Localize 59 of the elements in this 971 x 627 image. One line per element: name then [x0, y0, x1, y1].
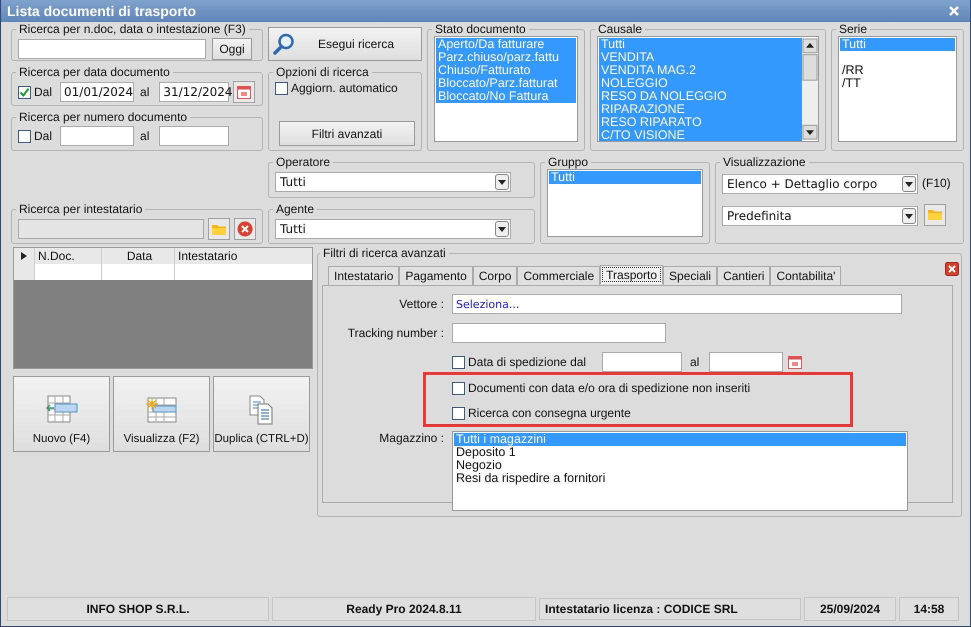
group-title: Operatore — [275, 156, 332, 169]
field-label: Tracking number : — [346, 326, 445, 340]
list-item[interactable]: Deposito 1 — [454, 446, 906, 459]
status-cell: Intestatario licenza : CODICE SRL — [539, 598, 801, 620]
tab[interactable]: Intestatario — [328, 266, 400, 285]
status-cell: INFO SHOP S.R.L. — [7, 597, 269, 621]
group-title: Ricerca per n.doc, data o intestazione (F3) — [18, 23, 247, 36]
status-cell: 14:58 — [899, 597, 959, 621]
group-title: Ricerca per data documento — [18, 66, 171, 79]
checkbox-label: Dal — [34, 85, 52, 99]
carrier-field[interactable]: Seleziona... — [452, 294, 902, 314]
field-label: al — [140, 85, 150, 99]
group-title: Serie — [838, 23, 868, 36]
tab[interactable]: Speciali — [663, 266, 718, 285]
status-cell: 25/09/2024 — [804, 597, 896, 621]
layout-dropdown[interactable]: Predefinita — [722, 206, 918, 226]
group-title: Agente — [275, 203, 316, 216]
field-label: al — [140, 129, 150, 143]
group-title: Ricerca per numero documento — [18, 111, 188, 124]
advanced-filters-button[interactable]: Filtri avanzati — [279, 121, 415, 146]
list-item[interactable]: /TT — [840, 77, 955, 90]
tab[interactable]: Cantieri — [717, 266, 770, 285]
checkbox-label: Ricerca con consegna urgente — [468, 406, 631, 420]
agent-dropdown[interactable]: Tutti — [275, 219, 511, 239]
new-button[interactable]: Nuovo (F4) — [13, 376, 110, 452]
group-title: Gruppo — [547, 156, 590, 169]
tab[interactable]: Contabilita' — [770, 266, 842, 285]
tab[interactable]: Corpo — [472, 266, 518, 285]
field-label: Magazzino : — [378, 431, 445, 445]
window-title: Lista documenti di trasporto — [7, 3, 196, 19]
tab[interactable]: Trasporto — [600, 265, 664, 284]
tab[interactable]: Commerciale — [517, 266, 600, 285]
date-field[interactable]: 01/01/2024 — [60, 82, 134, 102]
view-button[interactable]: Visualizza (F2) — [113, 376, 210, 452]
checkbox-label: Aggiorn. automatico — [291, 81, 398, 95]
list-item[interactable]: /RR — [840, 64, 955, 77]
tab[interactable]: Pagamento — [399, 266, 473, 285]
list-item[interactable]: Negozio — [454, 459, 906, 472]
view-dropdown[interactable]: Elenco + Dettaglio corpo — [722, 174, 918, 194]
checkbox-label: Dal — [34, 129, 52, 143]
field-label: al — [690, 355, 700, 369]
status-cell: Ready Pro 2024.8.11 — [272, 597, 536, 621]
duplicate-button[interactable]: Duplica (CTRL+D) — [213, 376, 310, 452]
checkbox-label: Data di spedizione dal — [468, 355, 588, 369]
series-list[interactable]: Tutti /RR /TT — [838, 36, 957, 142]
group-title: Filtri di ricerca avanzati — [322, 247, 447, 260]
checkbox-label: Documenti con data e/o ora di spedizione non inseriti — [468, 381, 750, 395]
operator-dropdown[interactable]: Tutti — [275, 172, 511, 192]
list-item[interactable]: Resi da rispedire a fornitori — [454, 472, 906, 485]
field-label: Vettore : — [398, 297, 445, 311]
warehouse-list[interactable]: Tutti i magazzini Deposito 1 Negozio Resi da rispedire a fornitori — [452, 431, 908, 511]
group-title: Causale — [597, 23, 644, 36]
group-title: Stato documento — [434, 23, 527, 36]
group-title: Opzioni di ricerca — [275, 66, 370, 79]
shortcut-label: (F10) — [922, 176, 951, 190]
today-button[interactable]: Oggi — [212, 38, 252, 60]
group-title: Visualizzazione — [722, 156, 806, 169]
group-title: Ricerca per intestatario — [18, 203, 144, 216]
search-button[interactable]: Esegui ricerca — [268, 27, 422, 61]
